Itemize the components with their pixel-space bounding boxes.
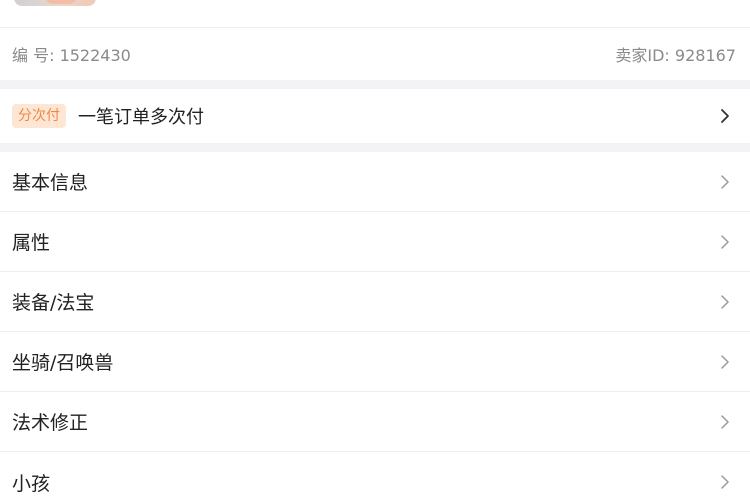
- chevron-right-icon: [721, 294, 729, 309]
- section-attributes[interactable]: 属性: [0, 212, 750, 272]
- section-label: 属性: [12, 232, 51, 254]
- section-label: 小孩: [12, 472, 51, 495]
- detail-sections-list: 基本信息 属性 装备/法宝 坐骑/召唤兽 法术修正 小孩: [0, 152, 750, 500]
- seller-id: 卖家ID: 928167: [615, 46, 736, 65]
- section-separator: [0, 80, 750, 89]
- section-children[interactable]: 小孩: [0, 452, 750, 500]
- id-row: 编 号: 1522430 卖家ID: 928167: [0, 28, 750, 80]
- installment-text: 一笔订单多次付: [78, 107, 204, 128]
- section-basic-info[interactable]: 基本信息: [0, 152, 750, 212]
- section-separator: [0, 143, 750, 152]
- chevron-right-icon: [721, 234, 729, 249]
- item-thumbnail[interactable]: [14, 0, 96, 6]
- section-label: 法术修正: [12, 412, 89, 434]
- section-equipment[interactable]: 装备/法宝: [0, 272, 750, 332]
- chevron-right-icon: [721, 354, 729, 369]
- installment-badge: 分次付: [12, 104, 66, 128]
- top-image-strip: [0, 0, 750, 28]
- item-detail-page: 编 号: 1522430 卖家ID: 928167 分次付 一笔订单多次付 基本…: [0, 0, 750, 500]
- chevron-right-icon: [721, 414, 729, 429]
- section-label: 基本信息: [12, 172, 89, 194]
- installment-pay-row[interactable]: 分次付 一笔订单多次付: [0, 89, 750, 143]
- section-spell-correction[interactable]: 法术修正: [0, 392, 750, 452]
- chevron-right-icon: [721, 109, 729, 123]
- section-label: 坐骑/召唤兽: [12, 352, 114, 374]
- chevron-right-icon: [721, 174, 729, 189]
- chevron-right-icon: [721, 475, 729, 489]
- section-mounts-summons[interactable]: 坐骑/召唤兽: [0, 332, 750, 392]
- section-label: 装备/法宝: [12, 292, 95, 314]
- item-id: 编 号: 1522430: [12, 46, 131, 65]
